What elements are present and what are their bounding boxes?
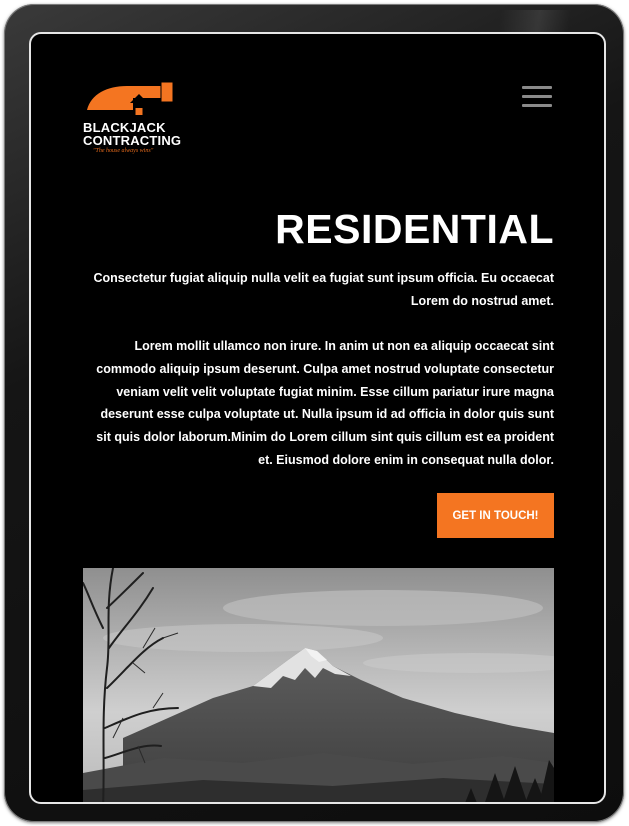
- screen: BLACKJACK CONTRACTING "The house always …: [29, 32, 606, 804]
- site-logo[interactable]: BLACKJACK CONTRACTING "The house always …: [83, 76, 182, 156]
- get-in-touch-button[interactable]: GET IN TOUCH!: [437, 493, 554, 538]
- hammer-house-icon: [87, 81, 174, 118]
- hamburger-menu-icon[interactable]: [520, 84, 554, 108]
- menu-bar: [522, 86, 552, 89]
- menu-bar: [522, 95, 552, 98]
- body-paragraph: Lorem mollit ullamco non irure. In anim …: [96, 339, 554, 467]
- menu-bar: [522, 104, 552, 107]
- logo-text-line2: CONTRACTING: [83, 133, 182, 148]
- mountain-landscape-image: [83, 568, 554, 802]
- lead-paragraph: Consectetur fugiat aliquip nulla velit e…: [93, 271, 555, 308]
- tablet-frame: BLACKJACK CONTRACTING "The house always …: [4, 4, 624, 822]
- logo-tagline: "The house always wins": [93, 148, 154, 154]
- page-title: RESIDENTIAL: [275, 206, 554, 252]
